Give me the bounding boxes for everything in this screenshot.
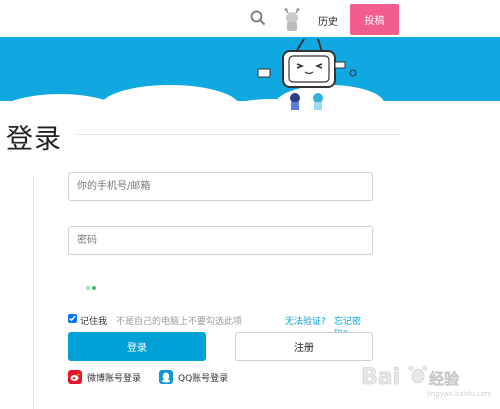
banner-clouds — [0, 37, 500, 112]
top-bar: 历史 投稿 — [0, 0, 500, 37]
qq-icon — [159, 370, 173, 384]
watermark-suffix: 经验 — [429, 370, 460, 388]
cant-verify-link[interactable]: 无法验证? — [285, 314, 326, 327]
left-divider — [33, 176, 34, 409]
weibo-icon — [68, 370, 82, 384]
remember-hint: 不是自己的电脑上不要勾选此项 — [116, 317, 243, 327]
remember-checkbox[interactable] — [68, 314, 77, 323]
title-divider — [75, 134, 400, 135]
page-title: 登录 — [6, 124, 62, 155]
header-banner — [0, 37, 500, 112]
loading-dot — [92, 286, 96, 290]
history-link[interactable]: 历史 — [318, 13, 338, 28]
weibo-login[interactable]: 微博账号登录 — [68, 370, 141, 384]
avatar-icon[interactable] — [281, 7, 303, 32]
watermark-url: jingyan.baidu.com — [426, 390, 492, 398]
post-button[interactable]: 投稿 — [350, 4, 399, 35]
paw-icon — [408, 365, 428, 384]
password-input[interactable] — [68, 226, 373, 255]
register-button[interactable]: 注册 — [235, 332, 373, 361]
username-input[interactable] — [68, 172, 373, 201]
baidu-jingyan-watermark: Bai 经验 jingyan.baidu.com — [361, 365, 492, 398]
loading-dot — [86, 286, 90, 290]
remember-row: 记住我 不是自己的电脑上不要勾选此项 无法验证? 忘记密码? — [68, 313, 373, 340]
login-button[interactable]: 登录 — [68, 332, 206, 361]
watermark-brand: Bai — [361, 365, 400, 390]
search-icon[interactable] — [250, 10, 266, 26]
qq-login[interactable]: QQ账号登录 — [159, 370, 228, 384]
remember-label[interactable]: 记住我 — [80, 314, 107, 327]
weibo-login-label: 微博账号登录 — [87, 373, 142, 384]
qq-login-label: QQ账号登录 — [178, 373, 229, 384]
